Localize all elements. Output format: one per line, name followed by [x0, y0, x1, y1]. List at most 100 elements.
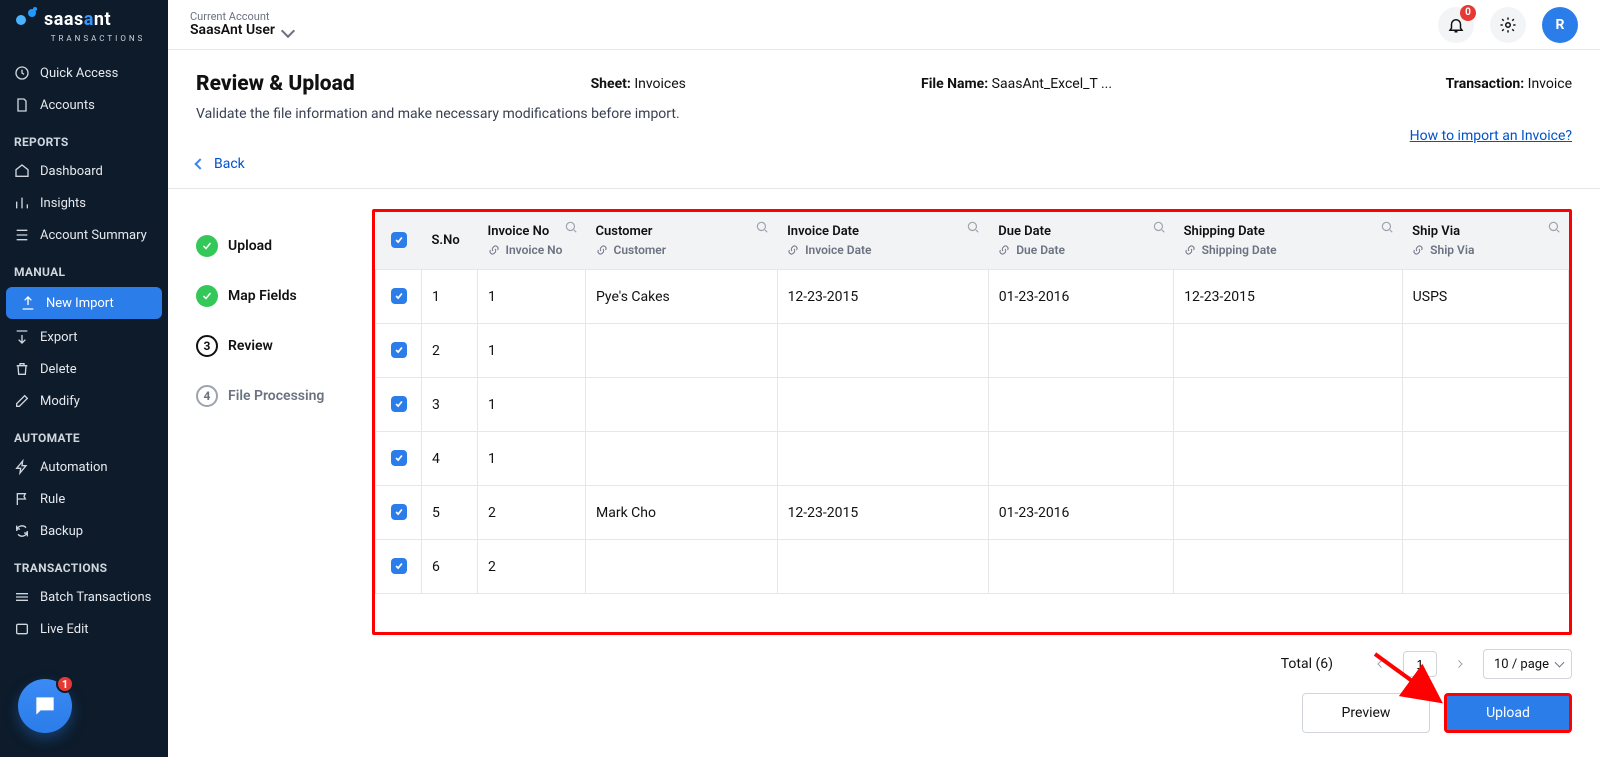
row-checkbox[interactable] — [376, 324, 422, 378]
cell-due-date[interactable]: 01-23-2016 — [988, 486, 1173, 540]
cell-invno[interactable]: 1 — [478, 324, 586, 378]
topbar: Current Account SaasAnt User 0 R — [168, 0, 1600, 50]
cell-due-date[interactable]: 01-23-2016 — [988, 270, 1173, 324]
cell-customer[interactable]: Mark Cho — [586, 486, 778, 540]
step-file-processing[interactable]: 4 File Processing — [196, 371, 344, 421]
cell-ship-via[interactable] — [1402, 378, 1568, 432]
cell-ship-via[interactable] — [1402, 540, 1568, 594]
cell-invno[interactable]: 2 — [478, 540, 586, 594]
cell-invoice-date[interactable] — [777, 540, 988, 594]
sidebar-item-insights[interactable]: Insights — [0, 187, 168, 219]
cell-invoice-date[interactable] — [777, 378, 988, 432]
row-checkbox[interactable] — [376, 378, 422, 432]
search-icon[interactable] — [1152, 220, 1166, 234]
help-link[interactable]: How to import an Invoice? — [1410, 128, 1572, 144]
search-icon[interactable] — [1380, 220, 1394, 234]
sidebar-item-rule[interactable]: Rule — [0, 483, 168, 515]
cell-invoice-date[interactable] — [777, 432, 988, 486]
cell-invoice-date[interactable]: 12-23-2015 — [777, 270, 988, 324]
page-input[interactable] — [1403, 651, 1437, 677]
page-size-select[interactable]: 10 / page — [1483, 649, 1572, 679]
row-checkbox[interactable] — [376, 270, 422, 324]
back-label: Back — [214, 156, 245, 172]
table-row[interactable]: 5 2 Mark Cho 12-23-2015 01-23-2016 — [376, 486, 1569, 540]
sliders-icon — [14, 195, 30, 211]
cell-customer[interactable]: Pye's Cakes — [586, 270, 778, 324]
col-customer[interactable]: Customer Customer — [586, 212, 778, 270]
search-icon[interactable] — [966, 220, 980, 234]
table-row[interactable]: 2 1 — [376, 324, 1569, 378]
col-ship-via[interactable]: Ship Via Ship Via — [1402, 212, 1568, 270]
sidebar-item-new-import[interactable]: New Import — [6, 287, 162, 319]
search-icon[interactable] — [564, 220, 578, 234]
sidebar-label: Batch Transactions — [40, 590, 151, 605]
preview-button[interactable]: Preview — [1302, 693, 1430, 733]
cell-invno[interactable]: 1 — [478, 378, 586, 432]
cell-due-date[interactable] — [988, 324, 1173, 378]
cell-shipping-date[interactable] — [1174, 540, 1403, 594]
sidebar-item-backup[interactable]: Backup — [0, 515, 168, 547]
cell-due-date[interactable] — [988, 378, 1173, 432]
table-row[interactable]: 6 2 — [376, 540, 1569, 594]
sidebar-item-export[interactable]: Export — [0, 321, 168, 353]
row-checkbox[interactable] — [376, 432, 422, 486]
col-invoice-no[interactable]: Invoice No Invoice No — [478, 212, 586, 270]
cell-shipping-date[interactable] — [1174, 486, 1403, 540]
sidebar-item-quick-access[interactable]: Quick Access — [0, 57, 168, 89]
account-switcher[interactable]: Current Account SaasAnt User — [190, 11, 293, 38]
row-checkbox[interactable] — [376, 540, 422, 594]
cell-invno[interactable]: 1 — [478, 432, 586, 486]
cell-shipping-date[interactable] — [1174, 432, 1403, 486]
cell-invno[interactable]: 2 — [478, 486, 586, 540]
cell-due-date[interactable] — [988, 432, 1173, 486]
sidebar-header-reports: REPORTS — [0, 121, 168, 155]
search-icon[interactable] — [755, 220, 769, 234]
step-review[interactable]: 3 Review — [196, 321, 344, 371]
cell-shipping-date[interactable] — [1174, 324, 1403, 378]
header-checkbox[interactable] — [376, 212, 422, 270]
cell-invno[interactable]: 1 — [478, 270, 586, 324]
table-row[interactable]: 4 1 — [376, 432, 1569, 486]
logo-icon — [14, 6, 40, 32]
settings-button[interactable] — [1490, 7, 1526, 43]
cell-ship-via[interactable] — [1402, 324, 1568, 378]
col-sno[interactable]: S.No — [422, 212, 478, 270]
cell-shipping-date[interactable]: 12-23-2015 — [1174, 270, 1403, 324]
col-invoice-date[interactable]: Invoice Date Invoice Date — [777, 212, 988, 270]
cell-invoice-date[interactable]: 12-23-2015 — [777, 486, 988, 540]
cell-ship-via[interactable] — [1402, 486, 1568, 540]
back-button[interactable]: Back — [168, 144, 1600, 188]
cell-customer[interactable] — [586, 324, 778, 378]
upload-button[interactable]: Upload — [1444, 693, 1572, 733]
sidebar-item-account-summary[interactable]: Account Summary — [0, 219, 168, 251]
table-row[interactable]: 1 1 Pye's Cakes 12-23-2015 01-23-2016 12… — [376, 270, 1569, 324]
cell-ship-via[interactable] — [1402, 432, 1568, 486]
cell-ship-via[interactable]: USPS — [1402, 270, 1568, 324]
sidebar-item-modify[interactable]: Modify — [0, 385, 168, 417]
sidebar-item-live-edit[interactable]: Live Edit — [0, 613, 168, 645]
cell-customer[interactable] — [586, 540, 778, 594]
sidebar-item-automation[interactable]: Automation — [0, 451, 168, 483]
logo[interactable]: saasant TRANSACTIONS — [0, 6, 168, 57]
col-due-date[interactable]: Due Date Due Date — [988, 212, 1173, 270]
prev-page-button[interactable] — [1369, 653, 1391, 675]
chat-fab[interactable]: 1 — [18, 679, 72, 733]
notifications-button[interactable]: 0 — [1438, 7, 1474, 43]
cell-invoice-date[interactable] — [777, 324, 988, 378]
sidebar-item-accounts[interactable]: Accounts — [0, 89, 168, 121]
cell-customer[interactable] — [586, 432, 778, 486]
col-shipping-date[interactable]: Shipping Date Shipping Date — [1174, 212, 1403, 270]
table-row[interactable]: 3 1 — [376, 378, 1569, 432]
sidebar-item-delete[interactable]: Delete — [0, 353, 168, 385]
step-map-fields[interactable]: Map Fields — [196, 271, 344, 321]
row-checkbox[interactable] — [376, 486, 422, 540]
sidebar-item-batch-transactions[interactable]: Batch Transactions — [0, 581, 168, 613]
cell-shipping-date[interactable] — [1174, 378, 1403, 432]
next-page-button[interactable] — [1449, 653, 1471, 675]
cell-due-date[interactable] — [988, 540, 1173, 594]
avatar[interactable]: R — [1542, 7, 1578, 43]
cell-customer[interactable] — [586, 378, 778, 432]
sidebar-item-dashboard[interactable]: Dashboard — [0, 155, 168, 187]
search-icon[interactable] — [1547, 220, 1561, 234]
step-upload[interactable]: Upload — [196, 221, 344, 271]
